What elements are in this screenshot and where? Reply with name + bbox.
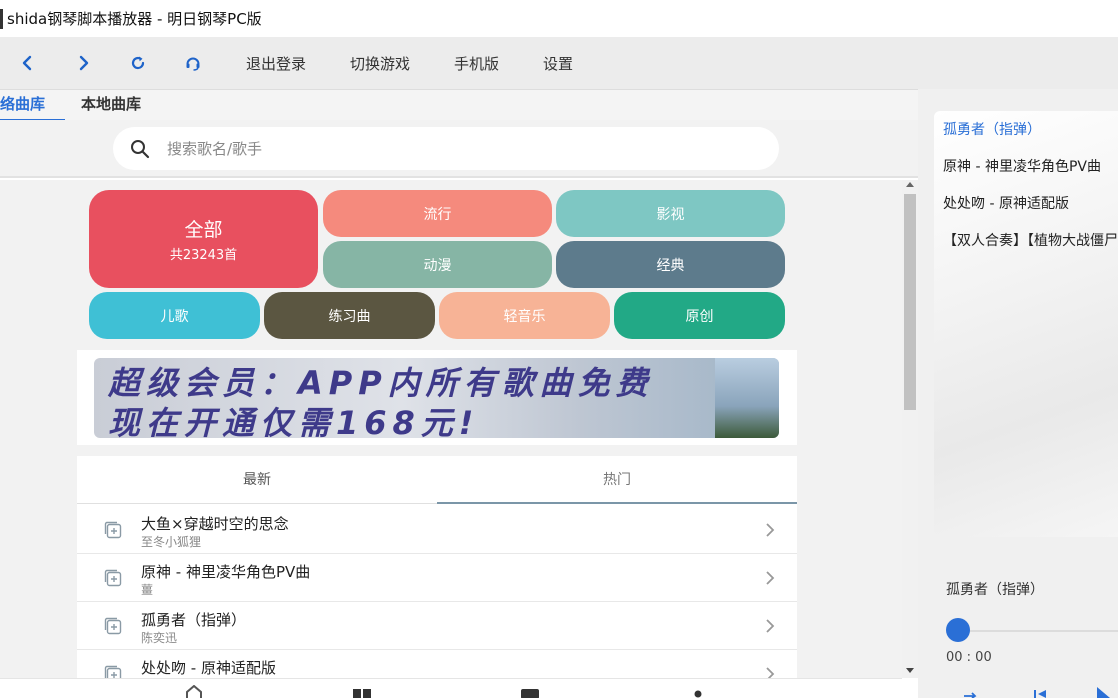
playlist-item[interactable]: 【双人合奏】【植物大战僵尸 xyxy=(943,230,1118,250)
grid-icon[interactable] xyxy=(352,685,372,698)
category-all-count: 共23243首 xyxy=(169,248,238,263)
category-label: 影视 xyxy=(656,206,685,223)
banner-container: 超级会员：APP内所有歌曲免费 现在开通仅需168元! xyxy=(77,350,797,445)
tab-newest[interactable]: 最新 xyxy=(77,456,437,504)
logout-link[interactable]: 退出登录 xyxy=(246,53,306,74)
song-artist: 至冬小狐狸 xyxy=(141,535,202,549)
vertical-scrollbar[interactable] xyxy=(902,180,918,678)
song-artist: 薑 xyxy=(141,583,154,597)
elapsed-time: 00 : 00 xyxy=(946,650,992,665)
tab-online-library[interactable]: 络曲库 xyxy=(0,90,65,121)
vip-banner[interactable]: 超级会员：APP内所有歌曲免费 现在开通仅需168元! xyxy=(94,358,779,438)
category-item[interactable]: 经典 xyxy=(556,241,785,288)
category-all[interactable]: 全部 共23243首 xyxy=(89,190,318,288)
category-label: 原创 xyxy=(685,308,714,325)
scroll-down-icon[interactable] xyxy=(906,668,914,673)
toolbar: 退出登录 切换游戏 手机版 设置 xyxy=(0,37,1118,89)
add-to-playlist-icon[interactable] xyxy=(103,616,123,636)
switch-game-link[interactable]: 切换游戏 xyxy=(350,53,410,74)
playlist-item[interactable]: 原神 - 神里凌华角色PV曲 xyxy=(943,156,1101,176)
song-title: 原神 - 神里凌华角色PV曲 xyxy=(141,563,311,581)
window-titlebar: shida钢琴脚本播放器 - 明日钢琴PC版 xyxy=(0,0,1118,37)
home-icon[interactable] xyxy=(184,685,204,698)
refresh-icon[interactable] xyxy=(110,37,165,89)
add-to-playlist-icon[interactable] xyxy=(103,568,123,588)
forward-icon[interactable] xyxy=(55,37,110,89)
progress-bar[interactable] xyxy=(958,630,1118,632)
scrollbar-thumb[interactable] xyxy=(904,194,916,410)
song-title: 处处吻 - 原神适配版 xyxy=(141,659,276,677)
song-title: 孤勇者（指弹） xyxy=(141,611,247,629)
song-list-panel: 最新 热门 大鱼×穿越时空的思念 至冬小狐狸 原神 - 神里凌华角色PV曲 薑 … xyxy=(77,456,797,698)
playlist-item[interactable]: 孤勇者（指弹） xyxy=(943,119,1041,139)
window-edge xyxy=(0,8,3,29)
chevron-right-icon xyxy=(766,571,775,585)
chevron-right-icon xyxy=(766,619,775,633)
banner-image xyxy=(715,358,779,438)
search-input[interactable] xyxy=(167,139,727,158)
back-icon[interactable] xyxy=(0,37,55,89)
song-title: 大鱼×穿越时空的思念 xyxy=(141,515,289,533)
category-label: 动漫 xyxy=(423,257,452,274)
play-icon[interactable] xyxy=(1094,687,1112,698)
scroll-up-icon[interactable] xyxy=(906,182,914,187)
progress-knob[interactable] xyxy=(946,618,970,642)
category-item[interactable]: 练习曲 xyxy=(264,292,435,339)
search-box[interactable] xyxy=(113,127,779,170)
mobile-link[interactable]: 手机版 xyxy=(454,53,499,74)
settings-link[interactable]: 设置 xyxy=(543,53,573,74)
table-row[interactable]: 大鱼×穿越时空的思念 至冬小狐狸 xyxy=(77,506,797,554)
headset-icon[interactable] xyxy=(165,37,220,89)
bottom-nav xyxy=(0,678,902,698)
table-row[interactable]: 原神 - 神里凌华角色PV曲 薑 xyxy=(77,554,797,602)
player-panel: 孤勇者（指弹） 原神 - 神里凌华角色PV曲 处处吻 - 原神适配版 【双人合奏… xyxy=(918,89,1118,698)
category-item[interactable]: 原创 xyxy=(614,292,785,339)
square-icon[interactable] xyxy=(520,685,540,698)
category-label: 轻音乐 xyxy=(503,308,546,325)
category-item[interactable]: 流行 xyxy=(323,190,552,237)
banner-line-2: 现在开通仅需168元! xyxy=(108,404,480,438)
category-label: 练习曲 xyxy=(328,308,371,325)
loop-icon[interactable] xyxy=(962,687,978,698)
playlist: 孤勇者（指弹） 原神 - 神里凌华角色PV曲 处处吻 - 原神适配版 【双人合奏… xyxy=(934,111,1118,537)
category-label: 儿歌 xyxy=(160,308,189,325)
category-all-label: 全部 xyxy=(184,219,223,241)
category-label: 流行 xyxy=(423,206,452,223)
tab-local-library[interactable]: 本地曲库 xyxy=(81,90,161,121)
main-panel: 全部 共23243首 流行 影视 动漫 经典 儿歌 练习曲 轻音乐 原创 超级会… xyxy=(0,120,918,698)
user-icon[interactable] xyxy=(688,685,708,698)
add-to-playlist-icon[interactable] xyxy=(103,520,123,540)
now-playing-title: 孤勇者（指弹） xyxy=(946,582,1044,598)
playlist-item[interactable]: 处处吻 - 原神适配版 xyxy=(943,193,1069,213)
window-title: shida钢琴脚本播放器 - 明日钢琴PC版 xyxy=(7,10,262,28)
category-item[interactable]: 轻音乐 xyxy=(439,292,610,339)
category-item[interactable]: 儿歌 xyxy=(89,292,260,339)
search-area xyxy=(0,120,918,178)
tab-hot[interactable]: 热门 xyxy=(437,456,797,504)
category-label: 经典 xyxy=(656,257,685,274)
search-icon xyxy=(131,139,150,158)
table-row[interactable]: 孤勇者（指弹） 陈奕迅 xyxy=(77,602,797,650)
category-item[interactable]: 影视 xyxy=(556,190,785,237)
previous-icon[interactable] xyxy=(1032,687,1048,698)
chevron-right-icon xyxy=(766,523,775,537)
library-content: 全部 共23243首 流行 影视 动漫 经典 儿歌 练习曲 轻音乐 原创 超级会… xyxy=(0,180,902,698)
song-artist: 陈奕迅 xyxy=(141,631,178,645)
category-item[interactable]: 动漫 xyxy=(323,241,552,288)
